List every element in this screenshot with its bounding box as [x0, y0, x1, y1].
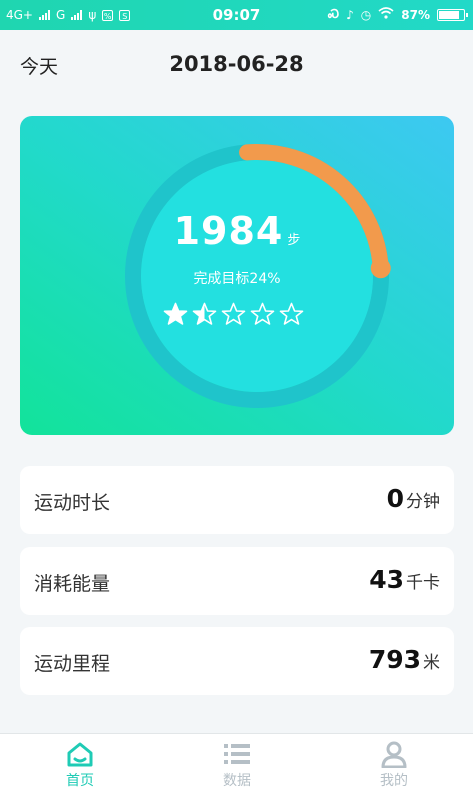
star-icon — [163, 302, 188, 325]
stat-label: 运动时长 — [34, 492, 111, 514]
home-icon — [67, 742, 93, 767]
stat-value: 0 — [386, 484, 404, 513]
battery-icon — [437, 8, 468, 21]
star-icon — [192, 302, 217, 325]
stat-unit: 米 — [423, 653, 440, 673]
stat-unit: 千卡 — [406, 573, 440, 593]
tab-profile[interactable]: 我的 — [354, 740, 434, 790]
tab-home[interactable]: 首页 — [40, 740, 120, 790]
activity-card: 1984 步 完成目标24% — [20, 116, 454, 435]
star-icon — [221, 302, 246, 325]
star-icon — [279, 302, 304, 325]
step-count: 1984 — [173, 209, 284, 253]
stat-label: 运动里程 — [34, 653, 111, 675]
list-icon — [224, 744, 250, 764]
status-bar: 4G+ G ψ % S 09:07 Ꮝ ♪ ◷ 87% — [0, 0, 473, 30]
tab-label: 首页 — [66, 773, 94, 789]
date-title[interactable]: 2018-06-28 — [0, 52, 473, 76]
stat-card-distance[interactable]: 运动里程 793 米 — [20, 627, 454, 695]
tab-label: 数据 — [223, 773, 251, 789]
bottom-tab-bar: 首页 数据 我的 — [0, 733, 473, 794]
stat-value-wrap: 0 分钟 — [387, 484, 440, 513]
stat-value: 793 — [368, 645, 421, 674]
battery-percent: 87% — [401, 7, 430, 22]
tab-label: 我的 — [380, 773, 408, 789]
alarm-icon: ◷ — [360, 7, 372, 22]
stat-value: 43 — [369, 565, 404, 594]
stat-card-duration[interactable]: 运动时长 0 分钟 — [20, 466, 454, 534]
stat-card-calories[interactable]: 消耗能量 43 千卡 — [20, 547, 454, 615]
stat-value-wrap: 43 千卡 — [369, 565, 440, 594]
tab-data[interactable]: 数据 — [197, 740, 277, 790]
stat-value-wrap: 793 米 — [369, 645, 440, 674]
star-icon — [250, 302, 275, 325]
wifi-icon — [378, 7, 394, 22]
step-unit: 步 — [287, 233, 301, 248]
header: 今天 2018-06-28 — [0, 30, 473, 96]
person-icon — [381, 741, 407, 768]
rating-stars — [163, 302, 304, 327]
goal-progress-text: 完成目标24% — [193, 271, 281, 287]
stat-label: 消耗能量 — [34, 573, 111, 595]
mute-icon: ♪ — [346, 7, 354, 22]
status-bar-right: Ꮝ ♪ ◷ 87% — [327, 7, 468, 22]
bluetooth-icon: Ꮝ — [327, 7, 340, 21]
steps-display: 1984 步 — [20, 209, 454, 253]
stat-unit: 分钟 — [406, 492, 440, 512]
